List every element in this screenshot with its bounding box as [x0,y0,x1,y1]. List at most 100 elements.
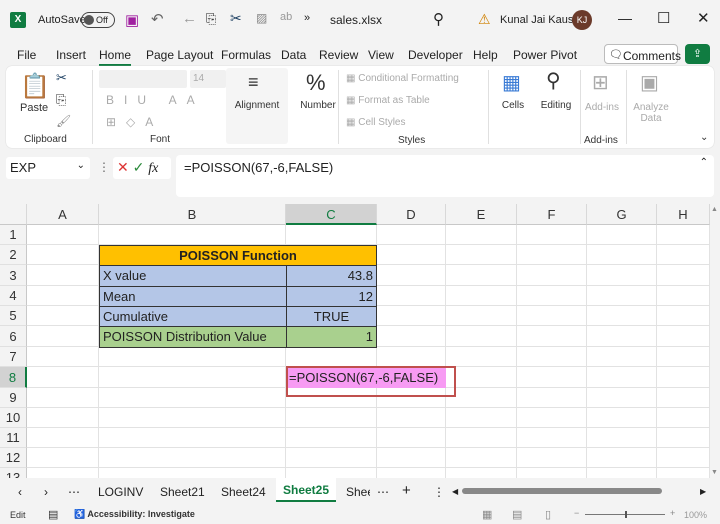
table-value-cell[interactable]: TRUE [286,306,377,327]
format-as-table-button[interactable]: ▦ Format as Table [346,95,430,106]
column-header-b[interactable]: B [99,204,286,225]
more-sheets-icon[interactable]: ⋯ [377,485,389,499]
format-painter-icon[interactable]: 🖌 [56,114,71,128]
row-header-10[interactable]: 10 [0,408,27,428]
column-header-e[interactable]: E [446,204,517,225]
table-label-cell[interactable]: X value [99,265,287,287]
sheet-tab-sheet24[interactable]: Sheet24 [221,485,266,499]
tab-developer[interactable]: Developer [408,48,463,62]
scroll-right-icon[interactable]: ▶ [700,487,706,496]
table-title[interactable]: POISSON Function [99,245,377,266]
minimize-button[interactable]: — [618,10,632,26]
back-icon[interactable]: ← [182,10,197,27]
save-icon[interactable]: ▣ [125,11,139,29]
table-label-cell[interactable]: Cumulative [99,306,287,327]
table-label-cell[interactable]: Mean [99,286,287,307]
column-header-h[interactable]: H [657,204,710,225]
copy-icon[interactable]: ⎘ [56,92,66,108]
paste-button[interactable]: Paste [20,102,48,114]
tab-home[interactable]: Home [99,48,132,66]
row-header-7[interactable]: 7 [0,347,27,367]
font-name-select[interactable] [99,70,187,88]
page-break-view-icon[interactable]: ▯ [545,508,551,521]
tab-data[interactable]: Data [281,48,306,62]
analyze-data-button[interactable]: ▣ Analyze Data [628,68,674,138]
comments-button[interactable]: 🗨 Comments [604,44,681,64]
undo-icon[interactable]: ↶ [151,10,164,28]
add-ins-button[interactable]: ⊞ Add-ins [582,68,622,132]
tab-view[interactable]: View [368,48,394,62]
cut-icon[interactable]: ✂ [230,10,242,27]
avatar[interactable]: KJ [572,10,592,30]
column-header-g[interactable]: G [587,204,657,225]
enter-icon[interactable]: ✓ [133,159,145,175]
scroll-left-icon[interactable]: ◀ [452,487,458,496]
active-cell-c8[interactable]: =POISSON(67,-6,FALSE) [288,368,446,388]
formula-input[interactable]: =POISSON(67,-6,FALSE) [176,155,714,197]
tab-power-pivot[interactable]: Power Pivot [513,48,577,62]
paste-icon[interactable]: 📋 [20,72,50,101]
spelling-icon[interactable]: ab [280,11,292,23]
name-box[interactable]: EXP ⌄ [6,157,90,179]
row-header-11[interactable]: 11 [0,428,27,448]
copy-icon[interactable]: ⎘ [206,11,216,27]
autosave-toggle[interactable]: Off [81,12,115,28]
insert-function-icon[interactable]: fx [148,161,158,176]
row-header-1[interactable]: 1 [0,225,27,245]
tab-review[interactable]: Review [319,48,358,62]
row-header-6[interactable]: 6 [0,326,27,347]
font-format-buttons[interactable]: BIU AA [106,93,205,107]
tab-formulas[interactable]: Formulas [221,48,271,62]
vertical-scrollbar[interactable]: ▲ ▼ [710,204,720,478]
next-sheet-icon[interactable]: › [44,485,48,499]
more-commands-icon[interactable]: » [304,12,310,24]
zoom-slider[interactable] [585,511,665,518]
zoom-out-icon[interactable]: − [574,508,579,518]
tab-help[interactable]: Help [473,48,498,62]
sheet-tab-partial[interactable]: Shee [346,485,370,499]
cell-styles-button[interactable]: ▦ Cell Styles [346,117,405,128]
page-layout-view-icon[interactable]: ▤ [512,508,522,521]
row-header-5[interactable]: 5 [0,306,27,326]
tab-page-layout[interactable]: Page Layout [146,48,213,62]
row-header-9[interactable]: 9 [0,388,27,408]
expand-formula-bar-icon[interactable]: ⌃ [700,157,708,168]
more-sheets-icon[interactable]: ⋯ [68,485,80,499]
close-button[interactable]: ✕ [697,9,710,27]
table-label-cell[interactable]: POISSON Distribution Value [99,326,287,348]
cells-button[interactable]: ▦ Cells [492,68,534,132]
sheet-tab-sheet21[interactable]: Sheet21 [160,485,205,499]
add-sheet-button[interactable]: + [402,482,411,499]
horizontal-scrollbar[interactable] [462,488,662,494]
border-fill-color-buttons[interactable]: ⊞◇A [106,115,163,129]
row-header-2[interactable]: 2 [0,245,27,265]
filename[interactable]: sales.xlsx [330,13,382,27]
alignment-button[interactable]: ≡ Alignment [226,68,288,144]
zoom-in-icon[interactable]: + [670,508,675,518]
table-value-cell[interactable]: 1 [286,326,377,348]
maximize-button[interactable]: ☐ [657,9,670,27]
spreadsheet-grid[interactable]: A B C D E F G H 1 2 3 4 5 6 7 8 9 10 11 12 13 POISSON Functio… [0,204,710,478]
column-header-f[interactable]: F [517,204,587,225]
column-header-d[interactable]: D [377,204,446,225]
search-icon[interactable]: ⚲ [433,10,444,28]
tab-insert[interactable]: Insert [56,48,86,62]
conditional-formatting-button[interactable]: ▦ Conditional Formatting [346,73,459,84]
table-value-cell[interactable]: 43.8 [286,265,377,287]
font-size-select[interactable]: 14 [190,70,226,88]
row-header-12[interactable]: 12 [0,448,27,468]
collapse-ribbon-icon[interactable]: ⌄ [700,132,708,143]
row-header-13[interactable]: 13 [0,468,27,478]
prev-sheet-icon[interactable]: ‹ [18,485,22,499]
cut-icon[interactable]: ✂ [56,70,67,86]
tab-options-icon[interactable]: ⋮ [433,485,445,499]
zoom-level[interactable]: 100% [684,510,707,520]
more-options-icon[interactable]: ⋮ [98,160,110,174]
normal-view-icon[interactable]: ▦ [482,508,492,521]
table-value-cell[interactable]: 12 [286,286,377,307]
editing-button[interactable]: ⚲ Editing [534,68,578,132]
row-header-3[interactable]: 3 [0,265,27,286]
sheet-tab-sheet25[interactable]: Sheet25 [276,478,337,502]
tab-file[interactable]: File [17,48,36,62]
cancel-icon[interactable]: ✕ [117,159,129,175]
